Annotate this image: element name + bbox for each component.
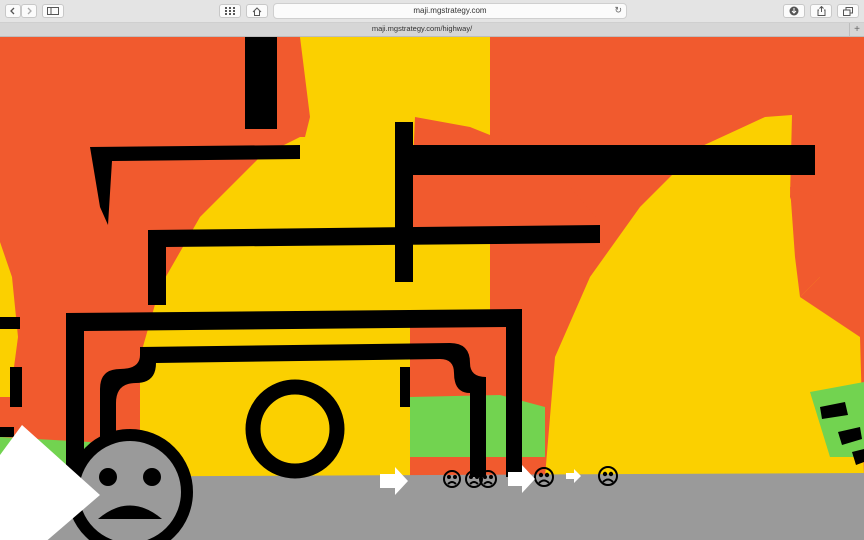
downloads-button[interactable] [783, 4, 805, 18]
back-icon [10, 7, 15, 15]
pipe-vertical-center [395, 122, 413, 282]
forward-button[interactable] [21, 4, 37, 18]
browser-toolbar: maji.mgstrategy.com ↻ [0, 0, 864, 23]
sidebar-button[interactable] [42, 4, 64, 18]
back-button[interactable] [5, 4, 21, 18]
show-tabs-button[interactable] [837, 4, 859, 18]
forward-icon [27, 7, 32, 15]
highway-scene [0, 37, 864, 540]
pipe-left-stub-2 [10, 367, 22, 407]
dash-left [0, 427, 14, 437]
home-icon [252, 6, 262, 16]
address-bar[interactable]: maji.mgstrategy.com ↻ [273, 3, 627, 19]
pipe-vertical-top [245, 37, 277, 129]
reload-icon[interactable]: ↻ [614, 5, 622, 16]
pipe-left-stub [0, 317, 20, 329]
home-button[interactable] [246, 4, 268, 18]
tab-bar: maji.mgstrategy.com/highway/ + [0, 23, 864, 37]
sidebar-icon [47, 7, 59, 15]
pipe-horizontal-upper [395, 145, 815, 175]
address-text: maji.mgstrategy.com [413, 6, 487, 15]
tab-title[interactable]: maji.mgstrategy.com/highway/ [0, 24, 844, 33]
top-sites-button[interactable] [219, 4, 241, 18]
web-content [0, 37, 864, 540]
new-tab-button[interactable]: + [849, 23, 864, 36]
grid-icon [225, 7, 235, 15]
share-button[interactable] [810, 4, 832, 18]
tabs-icon [843, 6, 853, 16]
pipe-center-stub [400, 367, 410, 407]
share-icon [817, 6, 825, 16]
download-icon [789, 6, 799, 16]
